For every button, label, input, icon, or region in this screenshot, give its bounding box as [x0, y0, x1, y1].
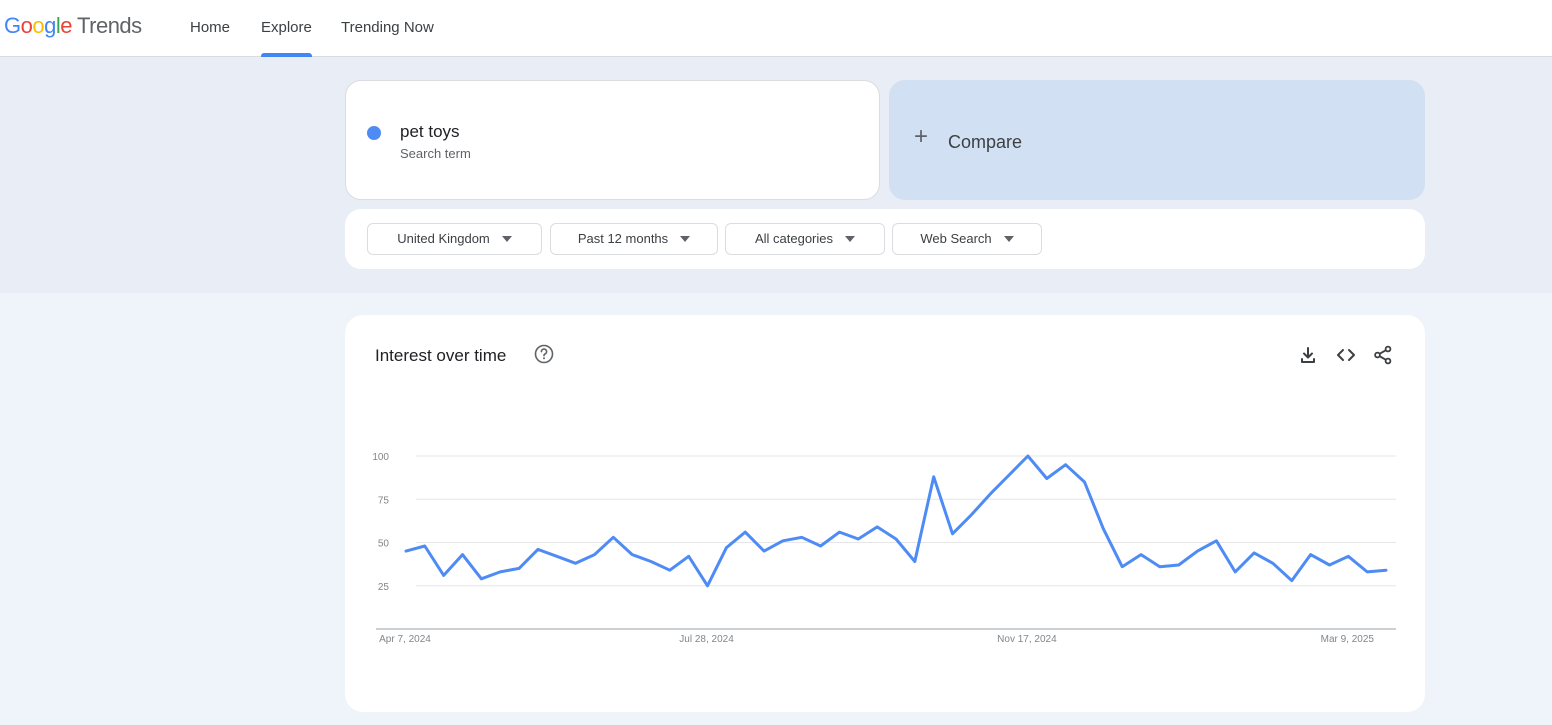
top-bar: Google Trends Home Explore Trending Now: [0, 0, 1552, 57]
logo-letter: o: [32, 13, 45, 38]
filter-label: All categories: [754, 231, 834, 246]
filter-bar: United Kingdom Past 12 months All catego…: [345, 209, 1425, 269]
nav-trending-now[interactable]: Trending Now: [341, 0, 434, 56]
search-term-card[interactable]: pet toys Search term: [345, 80, 880, 200]
series-line-pet-toys: [404, 454, 1388, 588]
logo-letter: G: [4, 13, 21, 38]
x-tick-label: Apr 7, 2024: [379, 634, 431, 645]
caret-down-icon: [501, 235, 512, 242]
y-tick-label: 50: [378, 539, 390, 550]
caret-down-icon: [1003, 235, 1014, 242]
filter-label: Web Search: [920, 231, 992, 246]
caret-down-icon: [845, 235, 856, 242]
caret-down-icon: [680, 235, 691, 242]
logo-letter: e: [60, 13, 73, 38]
x-tick-label: Jul 28, 2024: [679, 634, 734, 645]
search-type-filter[interactable]: Web Search: [892, 223, 1042, 255]
x-tick-label: Nov 17, 2024: [997, 634, 1057, 645]
search-term-type: Search term: [400, 146, 471, 161]
compare-button[interactable]: + Compare: [889, 80, 1425, 200]
nav-explore[interactable]: Explore: [261, 0, 312, 57]
y-tick-label: 25: [378, 582, 390, 593]
search-term-name[interactable]: pet toys: [400, 122, 460, 142]
category-filter[interactable]: All categories: [725, 223, 885, 255]
filter-label: United Kingdom: [397, 231, 490, 246]
y-tick-label: 100: [372, 452, 389, 463]
filter-label: Past 12 months: [577, 231, 669, 246]
compare-label: Compare: [948, 132, 1023, 152]
logo-letter: g: [44, 13, 56, 38]
interest-line-chart: 25 50 75 100 Apr 7, 2024 Jul 28, 2024 Nov 17, …: [372, 452, 1396, 645]
term-color-dot: [367, 126, 381, 140]
region-filter[interactable]: United Kingdom: [367, 223, 542, 255]
x-tick-label: Mar 9, 2025: [1321, 634, 1375, 645]
logo-product-name: Trends: [77, 13, 142, 38]
nav-home[interactable]: Home: [190, 0, 230, 56]
google-trends-logo[interactable]: Google Trends: [4, 13, 142, 39]
plus-icon: +: [914, 123, 929, 150]
y-tick-label: 75: [378, 495, 390, 506]
logo-letter: o: [20, 13, 33, 38]
time-range-filter[interactable]: Past 12 months: [550, 223, 718, 255]
interest-over-time-card: Interest over time 25 50 75 100 Apr 7, 2024 J…: [345, 315, 1425, 712]
